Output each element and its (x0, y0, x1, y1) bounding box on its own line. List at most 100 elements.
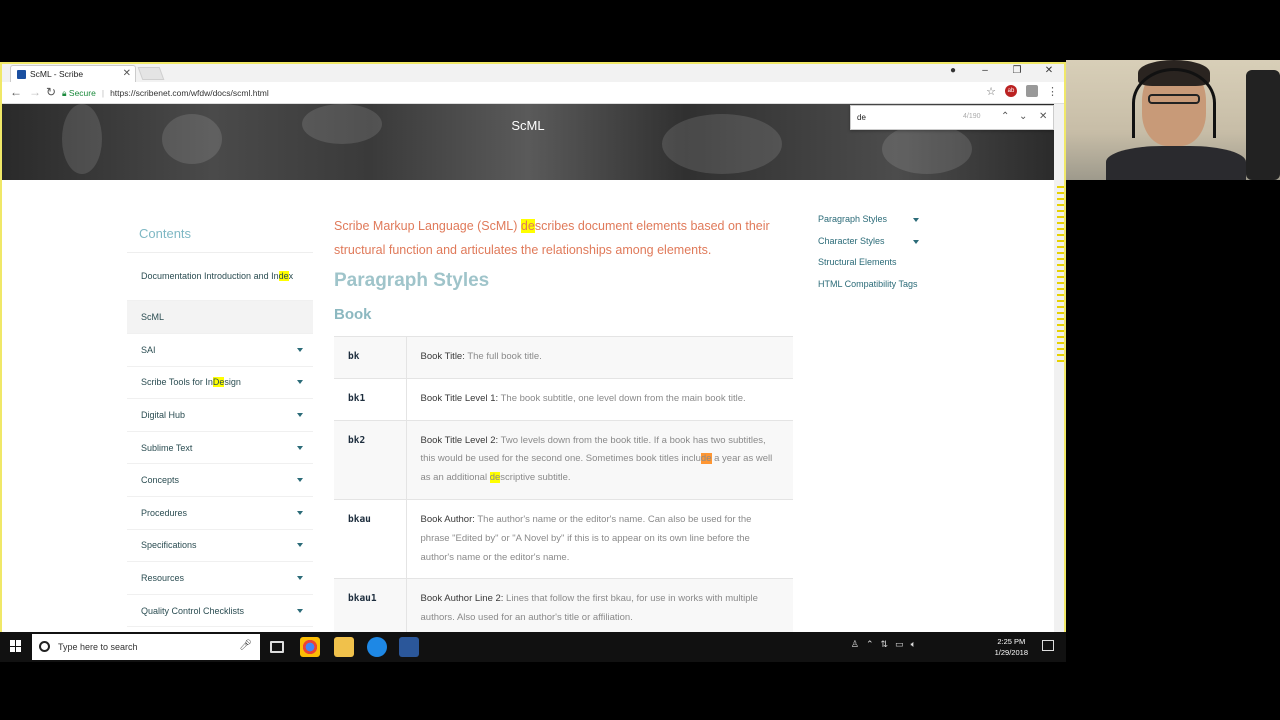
back-arrow-icon[interactable]: ← (10, 85, 22, 99)
extension-red-icon[interactable]: ab (1005, 85, 1017, 97)
app-blue-circle-icon[interactable] (367, 637, 387, 657)
volume-icon[interactable]: 🔈︎ (911, 639, 916, 650)
taskbar-search-placeholder: Type here to search (58, 642, 138, 652)
scribe-favicon-icon (17, 70, 26, 79)
tab-close-icon[interactable]: ✕ (123, 68, 131, 79)
find-close-icon[interactable]: ✕ (1039, 111, 1047, 122)
find-previous-icon[interactable]: ⌃ (1001, 111, 1009, 122)
toc-item-label: HTML Compatibility Tags (818, 278, 918, 289)
sidebar-item-label: SAI (141, 344, 156, 355)
sidebar-item-label: Sublime Text (141, 442, 193, 453)
taskbar-search-box[interactable]: Type here to search 🎤︎ (32, 634, 260, 660)
caret-down-icon (297, 347, 303, 352)
table-row: bkau Book Author: The author's name or t… (334, 498, 793, 580)
toc-item-html-compat-tags[interactable]: HTML Compatibility Tags (818, 279, 938, 301)
task-view-icon[interactable] (270, 641, 284, 653)
webcam-overlay (1066, 60, 1280, 180)
style-code: bkau (334, 498, 407, 580)
caret-down-icon (297, 445, 303, 450)
sidebar-item-sublime-text[interactable]: Sublime Text (127, 432, 313, 465)
sidebar-item-qc-checklists[interactable]: Quality Control Checklists (127, 595, 313, 628)
styles-table: bk Book Title: The full book title. bk1 … (334, 336, 793, 634)
table-row: bk1 Book Title Level 1: The book subtitl… (334, 377, 793, 421)
style-description: Book Author: The author's name or the ed… (406, 498, 793, 580)
headset (1132, 68, 1216, 138)
style-code: bk1 (334, 377, 407, 421)
sidebar-item-label: Concepts (141, 475, 180, 486)
sidebar-item-documentation-index[interactable]: Documentation Introduction and Index (127, 253, 313, 301)
contents-heading: Contents (127, 214, 313, 253)
url-text: https://scribenet.com/wfdw/docs/scml.htm… (110, 88, 269, 98)
lock-icon: 🔒︎ (62, 88, 67, 98)
toc-item-label: Paragraph Styles (818, 214, 888, 224)
intro-paragraph: Scribe Markup Language (ScML) describes … (334, 219, 770, 257)
style-description: Book Title: The full book title. (406, 336, 793, 379)
style-code: bk2 (334, 419, 407, 500)
secure-label: Secure (68, 88, 96, 98)
address-bar: ← → ↻ 🔒︎ Secure | https://scribenet.com/wf… (2, 82, 1064, 104)
extension-gray-icon[interactable] (1026, 85, 1038, 97)
find-next-icon[interactable]: ⌄ (1019, 111, 1027, 122)
close-window-button[interactable]: ✕ (1040, 65, 1058, 76)
system-tray: ♙ ⌃ ⇅ ▭ 🔈︎ (851, 639, 916, 650)
sidebar-item-label: Procedures (141, 507, 188, 518)
profile-icon[interactable]: ● (944, 65, 962, 76)
people-icon[interactable]: ♙ (851, 639, 859, 650)
contents-sidebar: Contents Documentation Introduction and … (127, 214, 313, 628)
find-input[interactable]: de (857, 113, 957, 122)
toc-item-paragraph-styles[interactable]: Paragraph Styles (818, 214, 938, 236)
minimize-button[interactable]: – (976, 65, 994, 76)
sidebar-item-concepts[interactable]: Concepts (127, 464, 313, 497)
style-description: Book Title Level 1: The book subtitle, o… (406, 377, 793, 421)
sidebar-item-label: Specifications (141, 540, 197, 551)
sidebar-item-scribe-tools[interactable]: Scribe Tools for InDesign (127, 367, 313, 400)
sidebar-item-scml[interactable]: ScML (127, 301, 313, 334)
sidebar-item-label: Quality Control Checklists (141, 605, 245, 616)
sidebar-item-resources[interactable]: Resources (127, 562, 313, 595)
windows-start-icon[interactable] (10, 640, 22, 652)
caret-down-icon (297, 510, 303, 515)
action-center-icon[interactable] (1042, 640, 1054, 651)
style-code: bk (334, 336, 407, 379)
sidebar-item-specifications[interactable]: Specifications (127, 530, 313, 563)
presenter-body (1106, 146, 1246, 180)
main-article: Scribe Markup Language (ScML) describes … (334, 214, 794, 634)
page-scrollbar[interactable] (1054, 104, 1064, 634)
bookmark-star-icon[interactable]: ☆ (986, 85, 996, 98)
battery-icon[interactable]: ▭ (895, 639, 904, 650)
caret-down-icon (913, 218, 919, 222)
toc-item-structural-elements[interactable]: Structural Elements (818, 257, 938, 279)
find-match-count: 4/190 (963, 113, 981, 120)
forward-arrow-icon[interactable]: → (29, 85, 41, 99)
chrome-icon[interactable] (300, 637, 320, 657)
address-bar-icons: ☆ ab ⋮ (986, 85, 1058, 98)
file-explorer-icon[interactable] (334, 637, 354, 657)
find-match-markers (1057, 186, 1064, 366)
taskbar-clock[interactable]: 2:25 PM 1/29/2018 (995, 636, 1028, 658)
caret-down-icon (297, 412, 303, 417)
section-title: Paragraph Styles (334, 270, 490, 291)
caret-down-icon (297, 543, 303, 548)
browser-tab[interactable]: ScML - Scribe ✕ (10, 65, 136, 82)
table-row: bk Book Title: The full book title. (334, 336, 793, 379)
menu-kebab-icon[interactable]: ⋮ (1047, 85, 1058, 98)
network-icon[interactable]: ⇅ (881, 639, 889, 650)
toc-item-character-styles[interactable]: Character Styles (818, 236, 938, 258)
maximize-button[interactable]: ❐ (1008, 65, 1026, 76)
tray-chevron-up-icon[interactable]: ⌃ (866, 639, 874, 650)
clock-time: 2:25 PM (997, 637, 1026, 646)
sidebar-item-sai[interactable]: SAI (127, 334, 313, 367)
sidebar-item-digital-hub[interactable]: Digital Hub (127, 399, 313, 432)
windows-taskbar: Type here to search 🎤︎ ♙ ⌃ ⇅ ▭ 🔈︎ 2:25 P… (0, 632, 1066, 662)
clock-date: 1/29/2018 (994, 648, 1028, 657)
word-icon[interactable] (399, 637, 419, 657)
new-tab-button[interactable] (137, 67, 165, 80)
caret-down-icon (297, 478, 303, 483)
table-row: bkau1 Book Author Line 2: Lines that fol… (334, 578, 793, 634)
sidebar-item-procedures[interactable]: Procedures (127, 497, 313, 530)
microphone-icon[interactable]: 🎤︎ (239, 640, 252, 651)
table-row: bk2 Book Title Level 2: Two levels down … (334, 419, 793, 500)
reload-icon[interactable]: ↻ (46, 85, 56, 99)
url-field[interactable]: 🔒︎ Secure | https://scribenet.com/wfdw/doc… (62, 85, 1002, 101)
tab-bar: ScML - Scribe ✕ ● – ❐ ✕ (2, 64, 1064, 82)
